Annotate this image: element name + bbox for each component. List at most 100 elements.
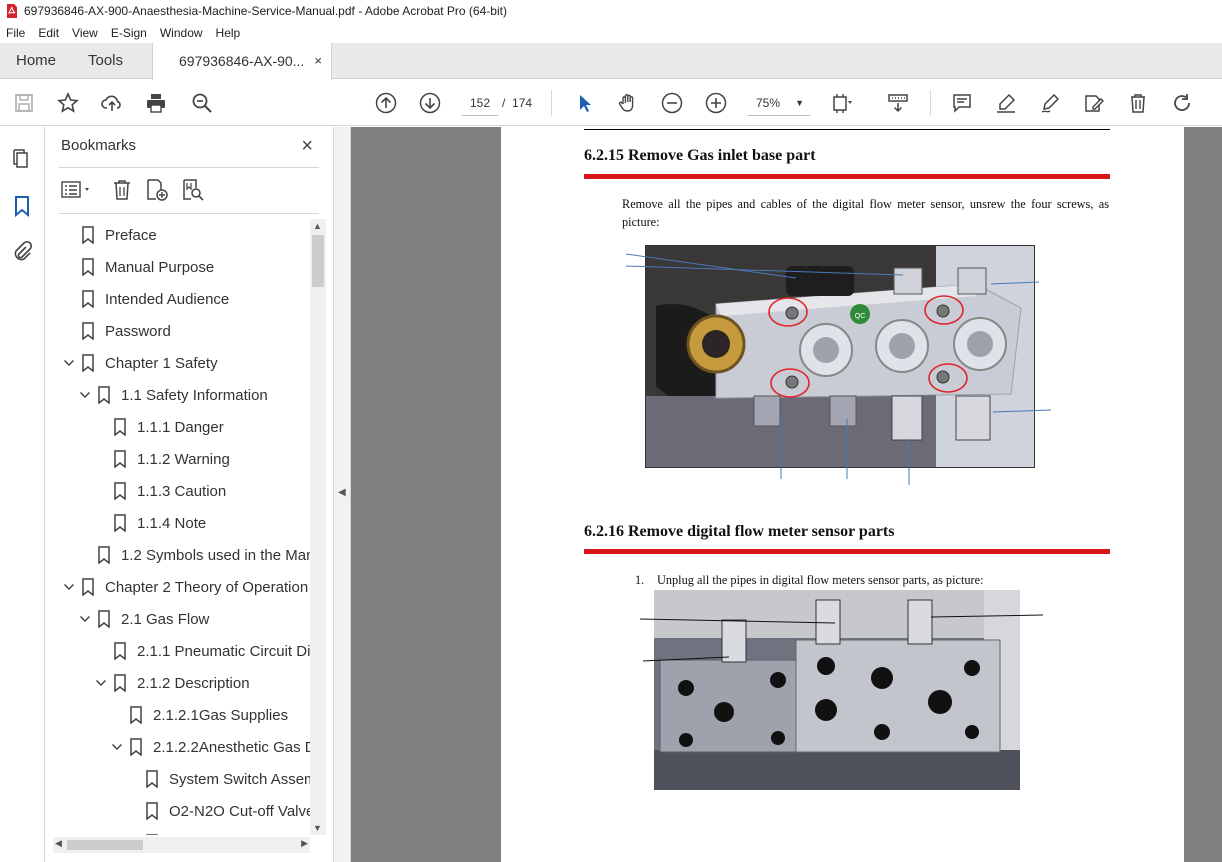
- panel-splitter[interactable]: ◀: [333, 127, 351, 862]
- page-number-input[interactable]: 152: [462, 90, 498, 116]
- rotate-icon[interactable]: [1170, 91, 1194, 115]
- bookmark-icon: [146, 834, 158, 835]
- tab-document[interactable]: 697936846-AX-90... ×: [152, 43, 332, 80]
- bookmark-icon: [130, 706, 142, 724]
- bookmark-item[interactable]: 2.1.2 Description: [93, 667, 250, 699]
- menu-help[interactable]: Help: [216, 26, 241, 40]
- chevron-down-icon[interactable]: [61, 579, 77, 595]
- bookmark-options-icon[interactable]: [61, 179, 95, 201]
- bookmark-item[interactable]: 1.1 Safety Information: [77, 379, 268, 411]
- bookmark-label: 2.1.2.2Anesthetic Gas De: [153, 738, 311, 756]
- vertical-scrollbar[interactable]: ▲ ▼: [310, 219, 326, 835]
- bookmark-item[interactable]: Password: [61, 315, 171, 347]
- bookmark-item[interactable]: 1.1.4 Note: [93, 507, 206, 539]
- bookmark-icon: [98, 546, 110, 564]
- bookmark-item[interactable]: 1.2 Symbols used in the Manu: [77, 539, 311, 571]
- bookmark-label: System Switch Assemb: [169, 770, 311, 788]
- menu-window[interactable]: Window: [160, 26, 203, 40]
- bookmark-label: Flow Display Assembl: [169, 835, 311, 836]
- bookmark-icon: [114, 674, 126, 692]
- bookmark-item[interactable]: 2.1.2.1Gas Supplies: [109, 699, 288, 731]
- bookmark-label: Intended Audience: [105, 290, 230, 308]
- attachment-paperclip-icon[interactable]: [10, 240, 34, 264]
- bookmark-item[interactable]: Chapter 1 Safety: [61, 347, 218, 379]
- scroll-up-icon[interactable]: ▲: [313, 221, 322, 231]
- bookmark-label: 1.1.1 Danger: [137, 418, 224, 436]
- tab-tools[interactable]: Tools: [88, 43, 123, 79]
- bookmark-item[interactable]: 1.1.3 Caution: [93, 475, 226, 507]
- bookmark-item[interactable]: 2.1.1 Pneumatic Circuit Dia: [93, 635, 311, 667]
- print-icon[interactable]: [144, 91, 168, 115]
- horizontal-scrollbar[interactable]: ◀ ▶: [53, 837, 310, 853]
- delete-trash-icon[interactable]: [1126, 91, 1150, 115]
- bookmark-item[interactable]: O2-N2O Cut-off Valve: [125, 795, 311, 827]
- scroll-down-icon[interactable]: ▼: [313, 823, 322, 833]
- photo2-callout-lines: [639, 614, 1044, 662]
- draw-pen-icon[interactable]: [1038, 91, 1062, 115]
- scroll-left-icon[interactable]: ◀: [55, 838, 62, 849]
- chevron-down-icon: ▼: [795, 98, 804, 108]
- bookmark-item[interactable]: Preface: [61, 219, 157, 251]
- tab-close-icon[interactable]: ×: [314, 43, 322, 79]
- bookmark-item[interactable]: Chapter 2 Theory of Operation: [61, 571, 308, 603]
- menu-edit[interactable]: Edit: [38, 26, 59, 40]
- menu-view[interactable]: View: [72, 26, 98, 40]
- highlighter-icon[interactable]: [994, 91, 1018, 115]
- menu-file[interactable]: File: [6, 26, 25, 40]
- zoom-in-icon[interactable]: [704, 91, 728, 115]
- document-viewer[interactable]: 6.2.15 Remove Gas inlet base part Remove…: [351, 127, 1222, 862]
- bookmark-item[interactable]: 1.1.1 Danger: [93, 411, 224, 443]
- delete-bookmark-icon[interactable]: [111, 178, 133, 202]
- chevron-down-icon[interactable]: [61, 355, 77, 371]
- close-icon[interactable]: ×: [301, 135, 313, 158]
- bookmark-icon: [146, 770, 158, 788]
- chevron-down-icon[interactable]: [77, 611, 93, 627]
- chevron-down-icon[interactable]: [77, 387, 93, 403]
- upload-cloud-icon[interactable]: [100, 91, 124, 115]
- hand-tool-icon[interactable]: [616, 91, 640, 115]
- divider: [59, 167, 319, 168]
- new-bookmark-icon[interactable]: [145, 178, 169, 202]
- bookmark-item[interactable]: 1.1.2 Warning: [93, 443, 230, 475]
- bookmark-label: 1.1.4 Note: [137, 514, 207, 532]
- comment-icon[interactable]: [950, 91, 974, 115]
- bookmark-icon: [82, 354, 94, 372]
- collapse-panel-icon[interactable]: ◀: [338, 487, 346, 498]
- zoom-level-dropdown[interactable]: 75% ▼: [748, 90, 810, 116]
- toolbar-divider: [551, 90, 552, 116]
- previous-page-icon[interactable]: [374, 91, 398, 115]
- menu-bar: File Edit View E-Sign Window Help: [0, 22, 1222, 43]
- tab-home[interactable]: Home: [16, 43, 56, 79]
- scroll-mode-icon[interactable]: [886, 91, 910, 115]
- page-fit-icon[interactable]: [830, 91, 854, 115]
- page-count: / 174: [502, 90, 532, 116]
- bookmark-panel-icon[interactable]: [10, 194, 34, 218]
- zoom-search-icon[interactable]: [190, 91, 214, 115]
- chevron-down-icon[interactable]: [109, 739, 125, 755]
- star-icon[interactable]: [56, 91, 80, 115]
- find-bookmark-icon[interactable]: [181, 178, 205, 202]
- edit-text-icon[interactable]: [1082, 91, 1106, 115]
- bookmark-item[interactable]: 2.1 Gas Flow: [77, 603, 209, 635]
- scroll-right-icon[interactable]: ▶: [301, 838, 308, 849]
- save-icon[interactable]: [12, 91, 36, 115]
- bookmark-item[interactable]: 2.1.2.2Anesthetic Gas De: [109, 731, 311, 763]
- toolbar-divider: [930, 90, 931, 116]
- divider: [59, 213, 319, 214]
- bookmark-item[interactable]: Manual Purpose: [61, 251, 214, 283]
- bookmark-label: Password: [105, 322, 171, 340]
- select-cursor-icon[interactable]: [572, 91, 596, 115]
- bookmark-item[interactable]: Flow Display Assembl: [125, 827, 311, 835]
- bookmark-item[interactable]: Intended Audience: [61, 283, 229, 315]
- chevron-down-icon[interactable]: [93, 675, 109, 691]
- bookmark-item[interactable]: System Switch Assemb: [125, 763, 311, 795]
- next-page-icon[interactable]: [418, 91, 442, 115]
- bookmark-icon: [98, 610, 110, 628]
- scrollbar-thumb[interactable]: [67, 840, 143, 850]
- zoom-out-icon[interactable]: [660, 91, 684, 115]
- page-thumbnails-icon[interactable]: [10, 147, 34, 171]
- scrollbar-thumb[interactable]: [312, 235, 324, 287]
- menu-esign[interactable]: E-Sign: [111, 26, 147, 40]
